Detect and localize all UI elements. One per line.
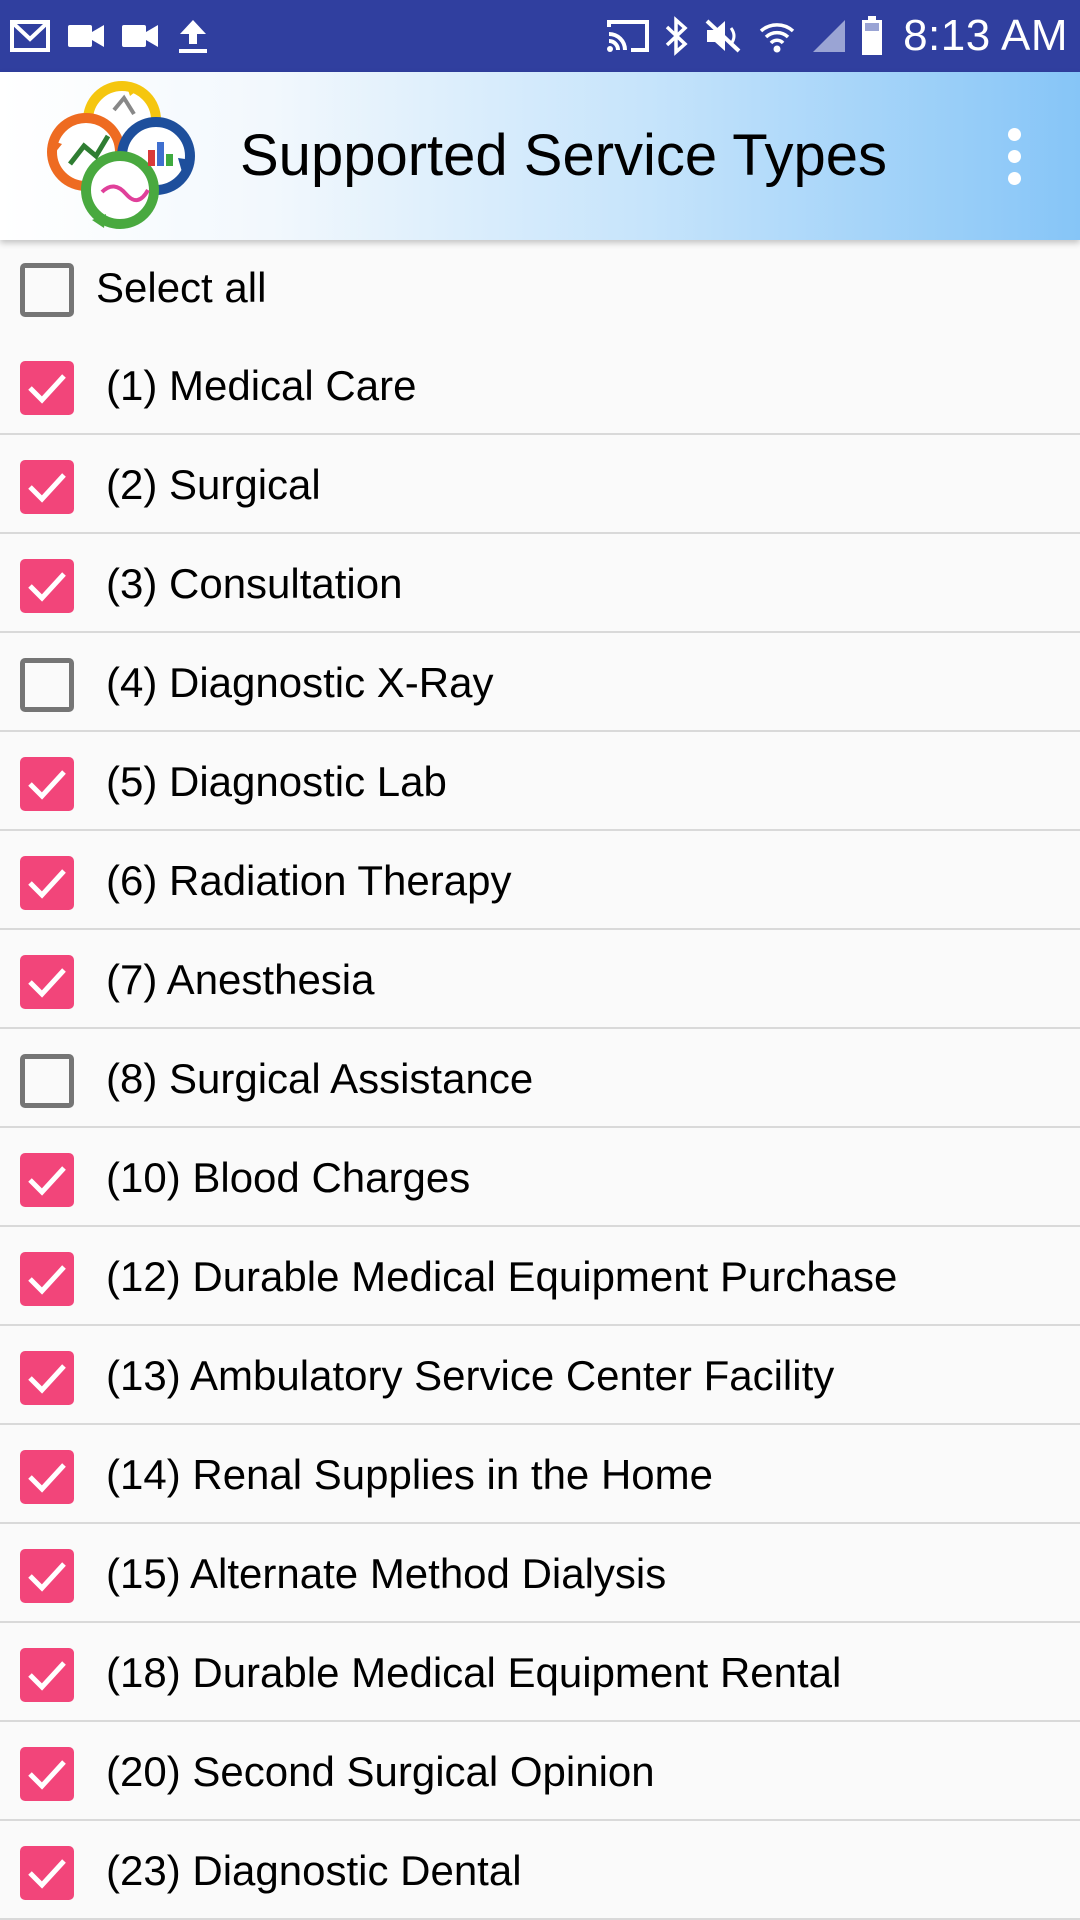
service-checkbox[interactable] <box>20 1252 74 1306</box>
service-checkbox[interactable] <box>20 1450 74 1504</box>
more-vert-icon <box>1007 127 1021 141</box>
service-type-list: Select all (1) Medical Care (2) Surgical… <box>0 240 1080 1920</box>
check-icon <box>28 572 66 602</box>
list-item[interactable]: (23) Diagnostic Dental <box>0 1821 1080 1920</box>
service-label: (23) Diagnostic Dental <box>106 1847 522 1894</box>
video-camera-icon <box>68 23 104 49</box>
service-items: (1) Medical Care (2) Surgical (3) Consul… <box>0 336 1080 1920</box>
list-item[interactable]: (5) Diagnostic Lab <box>0 732 1080 831</box>
service-checkbox[interactable] <box>20 1153 74 1207</box>
bluetooth-icon <box>665 16 689 56</box>
select-all-checkbox[interactable] <box>20 263 74 317</box>
service-label: (6) Radiation Therapy <box>106 857 512 904</box>
service-label: (20) Second Surgical Opinion <box>106 1748 655 1795</box>
list-item[interactable]: (1) Medical Care <box>0 336 1080 435</box>
check-icon <box>28 1265 66 1295</box>
service-label: (8) Surgical Assistance <box>106 1055 534 1102</box>
list-item[interactable]: (4) Diagnostic X-Ray <box>0 633 1080 732</box>
check-icon <box>28 1562 66 1592</box>
notification-icons <box>10 18 210 54</box>
service-label: (14) Renal Supplies in the Home <box>106 1451 713 1498</box>
battery-icon <box>861 16 883 56</box>
check-icon <box>28 1661 66 1691</box>
more-vert-icon <box>1007 149 1021 163</box>
video-camera-icon <box>122 23 158 49</box>
check-icon <box>28 1463 66 1493</box>
service-checkbox[interactable] <box>20 1351 74 1405</box>
service-label: (15) Alternate Method Dialysis <box>106 1550 667 1597</box>
list-item[interactable]: (15) Alternate Method Dialysis <box>0 1524 1080 1623</box>
service-checkbox[interactable] <box>20 658 74 712</box>
signal-icon <box>811 18 847 54</box>
status-time: 8:13 AM <box>903 11 1068 60</box>
list-item[interactable]: (7) Anesthesia <box>0 930 1080 1029</box>
check-icon <box>28 1760 66 1790</box>
check-icon <box>28 473 66 503</box>
service-checkbox[interactable] <box>20 1054 74 1108</box>
list-item[interactable]: (6) Radiation Therapy <box>0 831 1080 930</box>
system-icons: 8:13 AM <box>605 11 1068 61</box>
list-item[interactable]: (12) Durable Medical Equipment Purchase <box>0 1227 1080 1326</box>
service-label: (7) Anesthesia <box>106 956 375 1003</box>
service-checkbox[interactable] <box>20 1747 74 1801</box>
list-item[interactable]: (13) Ambulatory Service Center Facility <box>0 1326 1080 1425</box>
more-vert-icon <box>1007 171 1021 185</box>
check-icon <box>28 374 66 404</box>
service-checkbox[interactable] <box>20 559 74 613</box>
service-label: (12) Durable Medical Equipment Purchase <box>106 1253 898 1300</box>
service-checkbox[interactable] <box>20 1846 74 1900</box>
list-item[interactable]: (14) Renal Supplies in the Home <box>0 1425 1080 1524</box>
list-item[interactable]: (3) Consultation <box>0 534 1080 633</box>
list-item[interactable]: (8) Surgical Assistance <box>0 1029 1080 1128</box>
service-checkbox[interactable] <box>20 460 74 514</box>
service-checkbox[interactable] <box>20 361 74 415</box>
select-all-row[interactable]: Select all <box>0 240 1080 336</box>
service-checkbox[interactable] <box>20 757 74 811</box>
vibrate-mute-icon <box>703 17 743 55</box>
service-label: (4) Diagnostic X-Ray <box>106 659 494 706</box>
app-bar: Supported Service Types <box>0 72 1080 240</box>
service-checkbox[interactable] <box>20 955 74 1009</box>
status-bar: 8:13 AM <box>0 0 1080 72</box>
check-icon <box>28 1364 66 1394</box>
wifi-icon <box>757 17 797 55</box>
select-all-label: Select all <box>96 264 267 311</box>
gmail-icon <box>10 19 50 53</box>
upload-icon <box>176 18 210 54</box>
page-title: Supported Service Types <box>240 123 887 188</box>
service-checkbox[interactable] <box>20 1648 74 1702</box>
list-item[interactable]: (2) Surgical <box>0 435 1080 534</box>
app-logo <box>44 80 198 232</box>
check-icon <box>28 770 66 800</box>
list-item[interactable]: (20) Second Surgical Opinion <box>0 1722 1080 1821</box>
service-label: (5) Diagnostic Lab <box>106 758 447 805</box>
service-checkbox[interactable] <box>20 856 74 910</box>
check-icon <box>28 1166 66 1196</box>
cast-icon <box>605 17 651 55</box>
list-item[interactable]: (10) Blood Charges <box>0 1128 1080 1227</box>
list-item[interactable]: (18) Durable Medical Equipment Rental <box>0 1623 1080 1722</box>
service-label: (18) Durable Medical Equipment Rental <box>106 1649 842 1696</box>
overflow-menu-button[interactable] <box>990 118 1038 194</box>
check-icon <box>28 1859 66 1889</box>
service-label: (1) Medical Care <box>106 362 417 409</box>
service-label: (2) Surgical <box>106 461 321 508</box>
service-label: (13) Ambulatory Service Center Facility <box>106 1352 835 1399</box>
service-label: (10) Blood Charges <box>106 1154 471 1201</box>
service-label: (3) Consultation <box>106 560 403 607</box>
service-checkbox[interactable] <box>20 1549 74 1603</box>
check-icon <box>28 968 66 998</box>
check-icon <box>28 869 66 899</box>
